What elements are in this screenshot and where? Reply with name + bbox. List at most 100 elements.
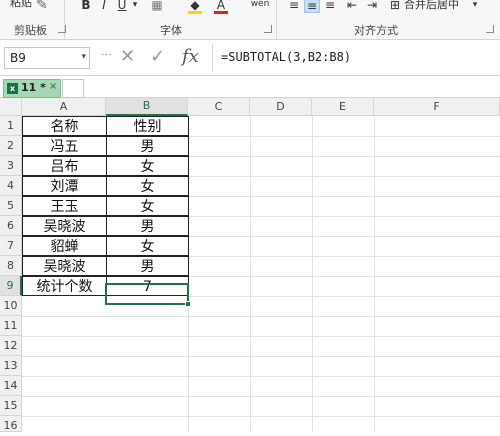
ribbon-separator: [276, 0, 277, 39]
gridline: [22, 376, 500, 377]
select-all-corner[interactable]: [0, 98, 22, 116]
gridline: [188, 156, 500, 157]
row-header-11[interactable]: 11: [0, 316, 22, 336]
new-tab-button[interactable]: [62, 79, 84, 98]
row-header-6[interactable]: 6: [0, 216, 22, 236]
cell-a5[interactable]: 王玉: [22, 196, 107, 216]
font-launcher-icon[interactable]: [264, 25, 272, 33]
cell-b6[interactable]: 男: [106, 216, 189, 236]
gridline: [188, 216, 500, 217]
decrease-indent-icon[interactable]: ⇤: [344, 0, 360, 13]
row-header-14[interactable]: 14: [0, 376, 22, 396]
cell-a7[interactable]: 貂蝉: [22, 236, 107, 256]
column-header-b[interactable]: B: [106, 98, 188, 116]
cancel-icon[interactable]: ✕: [120, 46, 135, 67]
name-box[interactable]: B9 ▾: [4, 47, 90, 69]
close-tab-icon[interactable]: ×: [49, 81, 57, 92]
formula-text: =SUBTOTAL(3,B2:B8): [221, 50, 352, 64]
gridline: [22, 336, 500, 337]
cell-a8[interactable]: 吴晓波: [22, 256, 107, 276]
gridline: [188, 176, 500, 177]
gridline: [188, 136, 500, 137]
insert-function-icon[interactable]: fx: [182, 46, 199, 67]
cell-b8[interactable]: 男: [106, 256, 189, 276]
name-box-dropdown-icon[interactable]: ▾: [81, 52, 86, 62]
column-header-c[interactable]: C: [188, 98, 250, 116]
confirm-icon[interactable]: ✓: [150, 46, 165, 67]
document-tab[interactable]: x 11 * ×: [3, 79, 61, 98]
cell-b4[interactable]: 女: [106, 176, 189, 196]
cell-a4[interactable]: 刘潭: [22, 176, 107, 196]
cell-b3[interactable]: 女: [106, 156, 189, 176]
row-header-8[interactable]: 8: [0, 256, 22, 276]
gridline: [188, 296, 500, 297]
gridline: [22, 416, 500, 417]
gridline: [188, 256, 500, 257]
document-tab-label: 11 *: [21, 81, 46, 94]
row-header-1[interactable]: 1: [0, 116, 22, 136]
cell-a6[interactable]: 吴晓波: [22, 216, 107, 236]
excel-file-icon: x: [7, 83, 18, 94]
row-header-12[interactable]: 12: [0, 336, 22, 356]
group-label-alignment: 对齐方式: [354, 24, 398, 37]
gridline: [22, 316, 500, 317]
cell-b7[interactable]: 女: [106, 236, 189, 256]
row-header-10[interactable]: 10: [0, 296, 22, 316]
phonetic-icon[interactable]: wén: [250, 0, 270, 12]
name-box-value: B9: [10, 51, 26, 65]
fill-color-bar: [188, 11, 202, 14]
spreadsheet-grid[interactable]: A B C D E F 1 2 3 4 5 6 7 8 9 10 11 12 1…: [0, 98, 500, 432]
gridline: [188, 276, 500, 277]
gridline: [312, 116, 313, 432]
cell-a9[interactable]: 统计个数: [22, 276, 107, 296]
formula-bar-grip-icon[interactable]: ⋮: [100, 49, 113, 58]
row-header-16[interactable]: 16: [0, 416, 22, 432]
group-label-clipboard: 剪贴板: [14, 24, 47, 37]
merge-dropdown-icon[interactable]: ▾: [470, 0, 480, 13]
italic-button[interactable]: I: [98, 0, 110, 13]
row-header-3[interactable]: 3: [0, 156, 22, 176]
group-label-font: 字体: [160, 24, 182, 37]
row-header-2[interactable]: 2: [0, 136, 22, 156]
gridline: [188, 196, 500, 197]
font-color-bar: [214, 11, 228, 14]
merge-center-button[interactable]: 合并后居中: [404, 0, 468, 13]
column-header-d[interactable]: D: [250, 98, 312, 116]
underline-button[interactable]: U: [116, 0, 128, 13]
align-right-icon[interactable]: ≡: [322, 0, 338, 13]
row-header-7[interactable]: 7: [0, 236, 22, 256]
column-header-a[interactable]: A: [22, 98, 106, 116]
gridline: [22, 356, 500, 357]
row-header-13[interactable]: 13: [0, 356, 22, 376]
cell-b5[interactable]: 女: [106, 196, 189, 216]
ribbon-separator: [64, 0, 65, 39]
bold-button[interactable]: B: [80, 0, 92, 13]
gridline: [22, 396, 500, 397]
cell-a2[interactable]: 冯五: [22, 136, 107, 156]
paste-button[interactable]: 粘贴: [10, 0, 32, 10]
row-header-15[interactable]: 15: [0, 396, 22, 416]
row-header-4[interactable]: 4: [0, 176, 22, 196]
row-header-9[interactable]: 9: [0, 276, 22, 296]
cell-a3[interactable]: 吕布: [22, 156, 107, 176]
format-painter-icon[interactable]: ✎: [36, 0, 48, 13]
gridline: [188, 236, 500, 237]
merge-icon: ⊞: [389, 0, 401, 12]
column-header-e[interactable]: E: [312, 98, 374, 116]
cell-a1[interactable]: 名称: [22, 116, 107, 136]
cell-b2[interactable]: 男: [106, 136, 189, 156]
underline-dropdown-icon[interactable]: ▾: [130, 0, 140, 13]
column-header-f[interactable]: F: [374, 98, 500, 116]
increase-indent-icon[interactable]: ⇥: [364, 0, 380, 13]
border-icon[interactable]: ▦: [150, 0, 164, 13]
row-header-5[interactable]: 5: [0, 196, 22, 216]
alignment-launcher-icon[interactable]: [486, 25, 494, 33]
cell-b1[interactable]: 性别: [106, 116, 189, 136]
align-center-icon[interactable]: ≡: [304, 0, 320, 13]
ribbon: 粘贴 ✎ B I U ▾ ▦ ◆ A wén ≡ ≡ ≡ ⇤ ⇥ ⊞ 合并后居中…: [0, 0, 500, 40]
gridline: [374, 116, 375, 432]
align-left-icon[interactable]: ≡: [286, 0, 302, 13]
formula-input[interactable]: =SUBTOTAL(3,B2:B8): [212, 44, 500, 72]
fill-handle[interactable]: [185, 301, 191, 307]
clipboard-launcher-icon[interactable]: [58, 25, 66, 33]
